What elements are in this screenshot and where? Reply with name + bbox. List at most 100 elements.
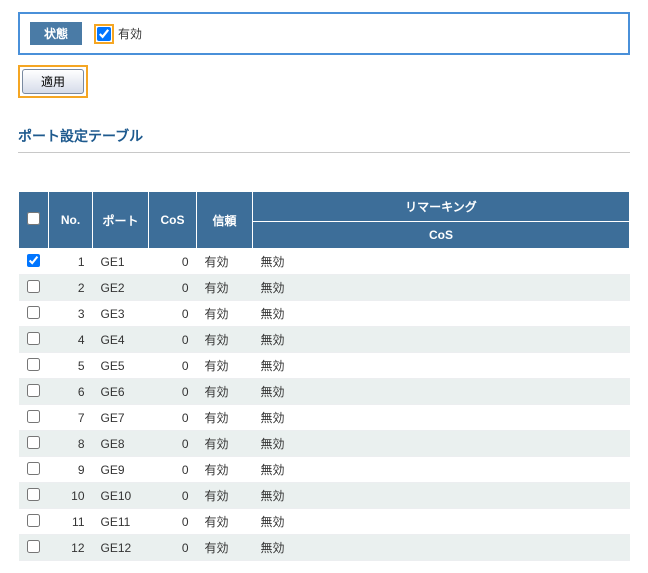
row-checkbox[interactable]	[27, 540, 40, 553]
state-label: 状態	[30, 22, 82, 45]
cell-port: GE11	[93, 509, 149, 535]
cell-cos: 0	[149, 353, 197, 379]
select-all-checkbox[interactable]	[27, 212, 40, 225]
cell-remarking-cos: 無効	[253, 249, 630, 275]
header-trust: 信頼	[197, 192, 253, 249]
cell-no: 7	[49, 405, 93, 431]
table-row: 2GE20有効無効	[19, 275, 630, 301]
cell-cos: 0	[149, 301, 197, 327]
row-checkbox[interactable]	[27, 410, 40, 423]
row-checkbox[interactable]	[27, 514, 40, 527]
cell-no: 1	[49, 249, 93, 275]
row-checkbox[interactable]	[27, 462, 40, 475]
cell-trust: 有効	[197, 483, 253, 509]
row-checkbox[interactable]	[27, 254, 40, 267]
state-panel: 状態 有効	[18, 12, 630, 55]
apply-button[interactable]: 適用	[22, 69, 84, 94]
row-checkbox[interactable]	[27, 488, 40, 501]
table-row: 8GE80有効無効	[19, 431, 630, 457]
cell-port: GE8	[93, 431, 149, 457]
cell-trust: 有効	[197, 431, 253, 457]
cell-port: GE2	[93, 275, 149, 301]
cell-trust: 有効	[197, 405, 253, 431]
cell-port: GE7	[93, 405, 149, 431]
cell-no: 4	[49, 327, 93, 353]
cell-remarking-cos: 無効	[253, 509, 630, 535]
cell-port: GE3	[93, 301, 149, 327]
cell-cos: 0	[149, 509, 197, 535]
header-remarking-cos: CoS	[253, 222, 630, 249]
apply-button-highlight: 適用	[18, 65, 88, 98]
table-row: 10GE100有効無効	[19, 483, 630, 509]
header-select-all[interactable]	[19, 192, 49, 249]
cell-cos: 0	[149, 405, 197, 431]
cell-remarking-cos: 無効	[253, 431, 630, 457]
cell-cos: 0	[149, 457, 197, 483]
cell-port: GE12	[93, 535, 149, 561]
cell-cos: 0	[149, 379, 197, 405]
header-remarking-group: リマーキング	[253, 192, 630, 222]
table-row: 7GE70有効無効	[19, 405, 630, 431]
cell-trust: 有効	[197, 353, 253, 379]
row-checkbox[interactable]	[27, 358, 40, 371]
table-row: 4GE40有効無効	[19, 327, 630, 353]
table-row: 1GE10有効無効	[19, 249, 630, 275]
row-checkbox[interactable]	[27, 384, 40, 397]
cell-trust: 有効	[197, 457, 253, 483]
cell-remarking-cos: 無効	[253, 535, 630, 561]
cell-cos: 0	[149, 275, 197, 301]
cell-remarking-cos: 無効	[253, 457, 630, 483]
cell-trust: 有効	[197, 379, 253, 405]
header-port: ポート	[93, 192, 149, 249]
cell-cos: 0	[149, 327, 197, 353]
table-row: 9GE90有効無効	[19, 457, 630, 483]
enable-checkbox-highlight	[94, 24, 114, 44]
cell-trust: 有効	[197, 249, 253, 275]
row-checkbox[interactable]	[27, 332, 40, 345]
cell-port: GE6	[93, 379, 149, 405]
cell-trust: 有効	[197, 275, 253, 301]
table-row: 6GE60有効無効	[19, 379, 630, 405]
header-no: No.	[49, 192, 93, 249]
cell-cos: 0	[149, 535, 197, 561]
cell-port: GE10	[93, 483, 149, 509]
enable-checkbox-label[interactable]: 有効	[94, 24, 142, 44]
cell-port: GE5	[93, 353, 149, 379]
cell-remarking-cos: 無効	[253, 301, 630, 327]
enable-checkbox[interactable]	[97, 27, 111, 41]
cell-port: GE9	[93, 457, 149, 483]
enable-text: 有効	[118, 25, 142, 42]
cell-cos: 0	[149, 483, 197, 509]
cell-cos: 0	[149, 249, 197, 275]
cell-trust: 有効	[197, 327, 253, 353]
row-checkbox[interactable]	[27, 280, 40, 293]
cell-no: 10	[49, 483, 93, 509]
cell-remarking-cos: 無効	[253, 483, 630, 509]
cell-no: 9	[49, 457, 93, 483]
cell-no: 3	[49, 301, 93, 327]
cell-no: 8	[49, 431, 93, 457]
row-checkbox[interactable]	[27, 436, 40, 449]
cell-remarking-cos: 無効	[253, 353, 630, 379]
cell-port: GE4	[93, 327, 149, 353]
cell-remarking-cos: 無効	[253, 379, 630, 405]
cell-trust: 有効	[197, 301, 253, 327]
table-row: 5GE50有効無効	[19, 353, 630, 379]
cell-no: 6	[49, 379, 93, 405]
header-cos: CoS	[149, 192, 197, 249]
cell-remarking-cos: 無効	[253, 405, 630, 431]
port-settings-table: No. ポート CoS 信頼 リマーキング CoS 1GE10有効無効2GE20…	[18, 191, 630, 561]
cell-no: 5	[49, 353, 93, 379]
cell-remarking-cos: 無効	[253, 327, 630, 353]
table-row: 3GE30有効無効	[19, 301, 630, 327]
row-checkbox[interactable]	[27, 306, 40, 319]
section-title: ポート設定テーブル	[18, 126, 630, 153]
cell-cos: 0	[149, 431, 197, 457]
table-row: 12GE120有効無効	[19, 535, 630, 561]
cell-trust: 有効	[197, 509, 253, 535]
cell-no: 11	[49, 509, 93, 535]
cell-trust: 有効	[197, 535, 253, 561]
table-row: 11GE110有効無効	[19, 509, 630, 535]
cell-no: 2	[49, 275, 93, 301]
cell-remarking-cos: 無効	[253, 275, 630, 301]
